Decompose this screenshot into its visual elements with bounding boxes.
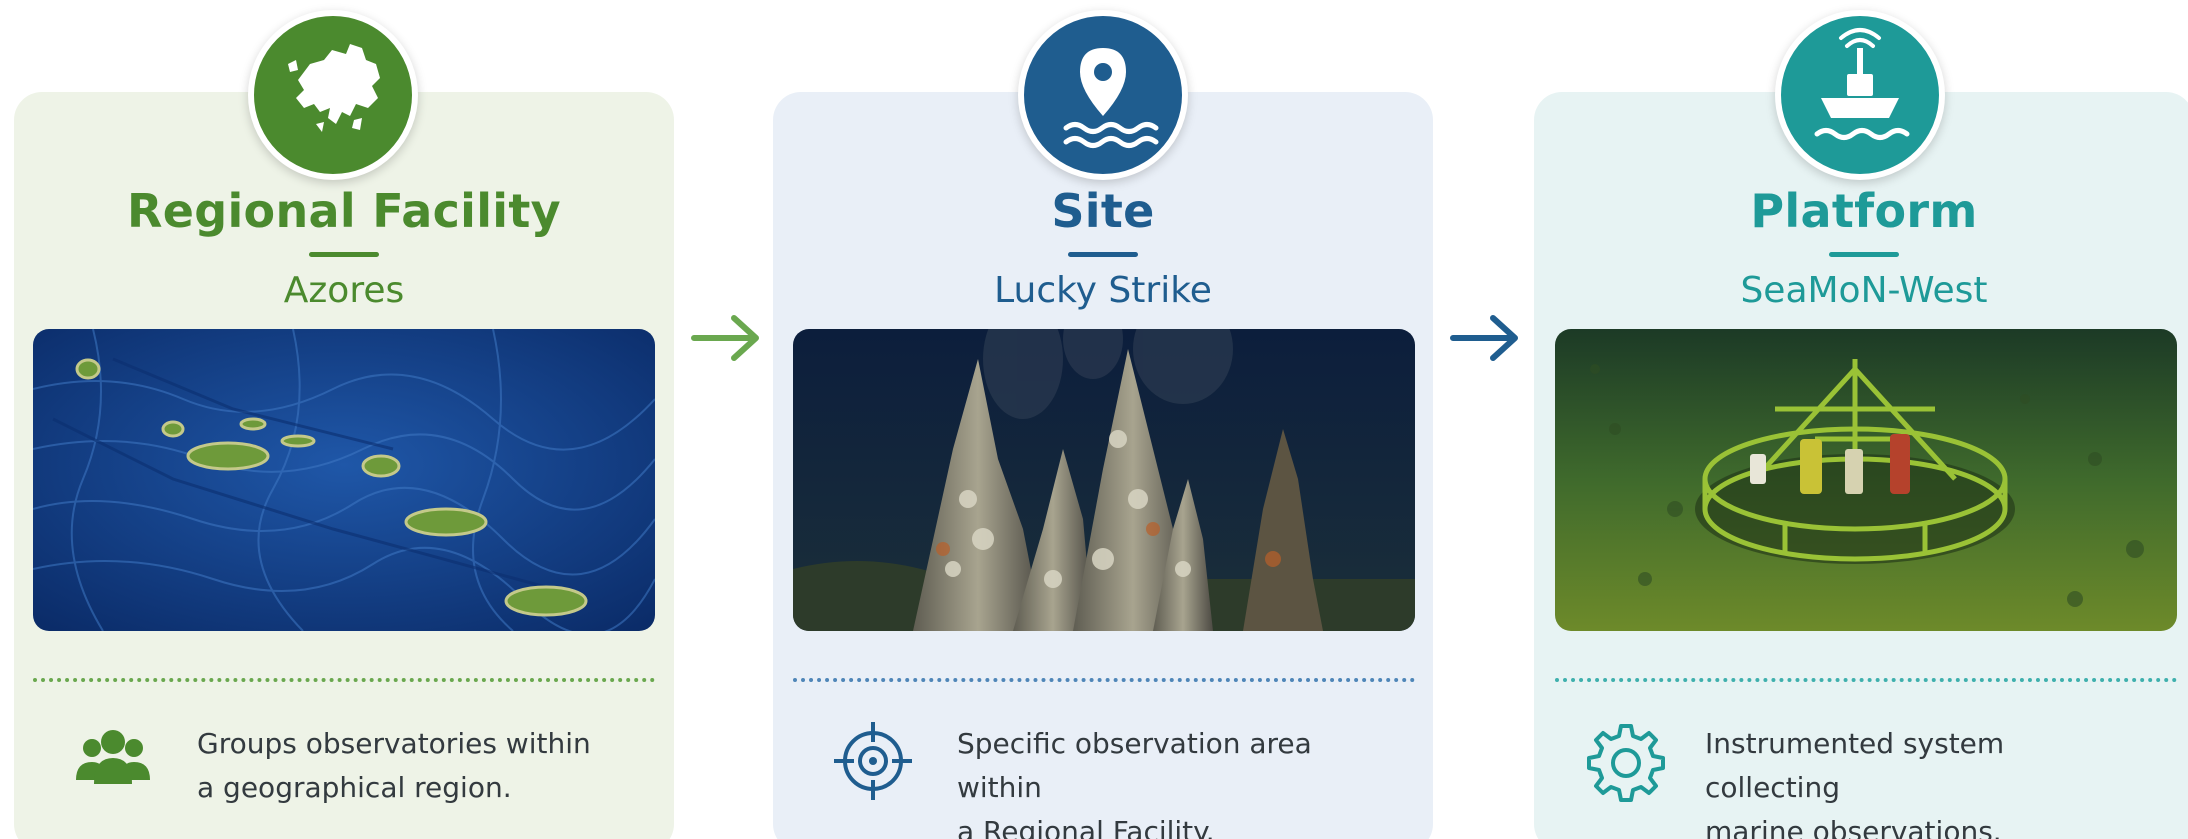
card-description: Specific observation area within a Regio… bbox=[957, 722, 1377, 839]
section-divider bbox=[33, 678, 655, 682]
seafloor-platform-image bbox=[1555, 329, 2177, 631]
card-subtitle: SeaMoN-West bbox=[1740, 270, 1988, 311]
section-divider bbox=[793, 678, 1415, 682]
target-crosshair-icon bbox=[830, 718, 916, 804]
title-divider bbox=[309, 252, 379, 257]
description-line: a Regional Facility. bbox=[957, 815, 1215, 839]
arrow-right-icon bbox=[688, 310, 766, 366]
card-subtitle: Azores bbox=[283, 270, 405, 311]
card-title: Platform bbox=[1750, 184, 1978, 238]
gear-icon bbox=[1583, 718, 1669, 804]
card-title: Site bbox=[1051, 184, 1155, 238]
description-line: Instrumented system collecting bbox=[1705, 727, 2005, 804]
description-line: marine observations. bbox=[1705, 815, 2002, 839]
title-divider bbox=[1829, 252, 1899, 257]
hydrothermal-vent-image bbox=[793, 329, 1415, 631]
description-line: a geographical region. bbox=[197, 771, 512, 804]
description-line: Groups observatories within bbox=[197, 727, 591, 760]
section-divider bbox=[1555, 678, 2177, 682]
title-divider bbox=[1068, 252, 1138, 257]
card-description: Groups observatories within a geographic… bbox=[197, 722, 617, 810]
group-people-icon bbox=[70, 718, 156, 804]
ship-antenna-icon bbox=[1775, 10, 1945, 180]
card-subtitle: Lucky Strike bbox=[994, 270, 1212, 311]
location-pin-waves-icon bbox=[1018, 10, 1188, 180]
card-title: Regional Facility bbox=[127, 184, 561, 238]
azores-bathymetry-image bbox=[33, 329, 655, 631]
description-line: Specific observation area within bbox=[957, 727, 1312, 804]
arrow-right-icon bbox=[1447, 310, 1525, 366]
card-description: Instrumented system collecting marine ob… bbox=[1705, 722, 2125, 839]
europe-map-icon bbox=[248, 10, 418, 180]
